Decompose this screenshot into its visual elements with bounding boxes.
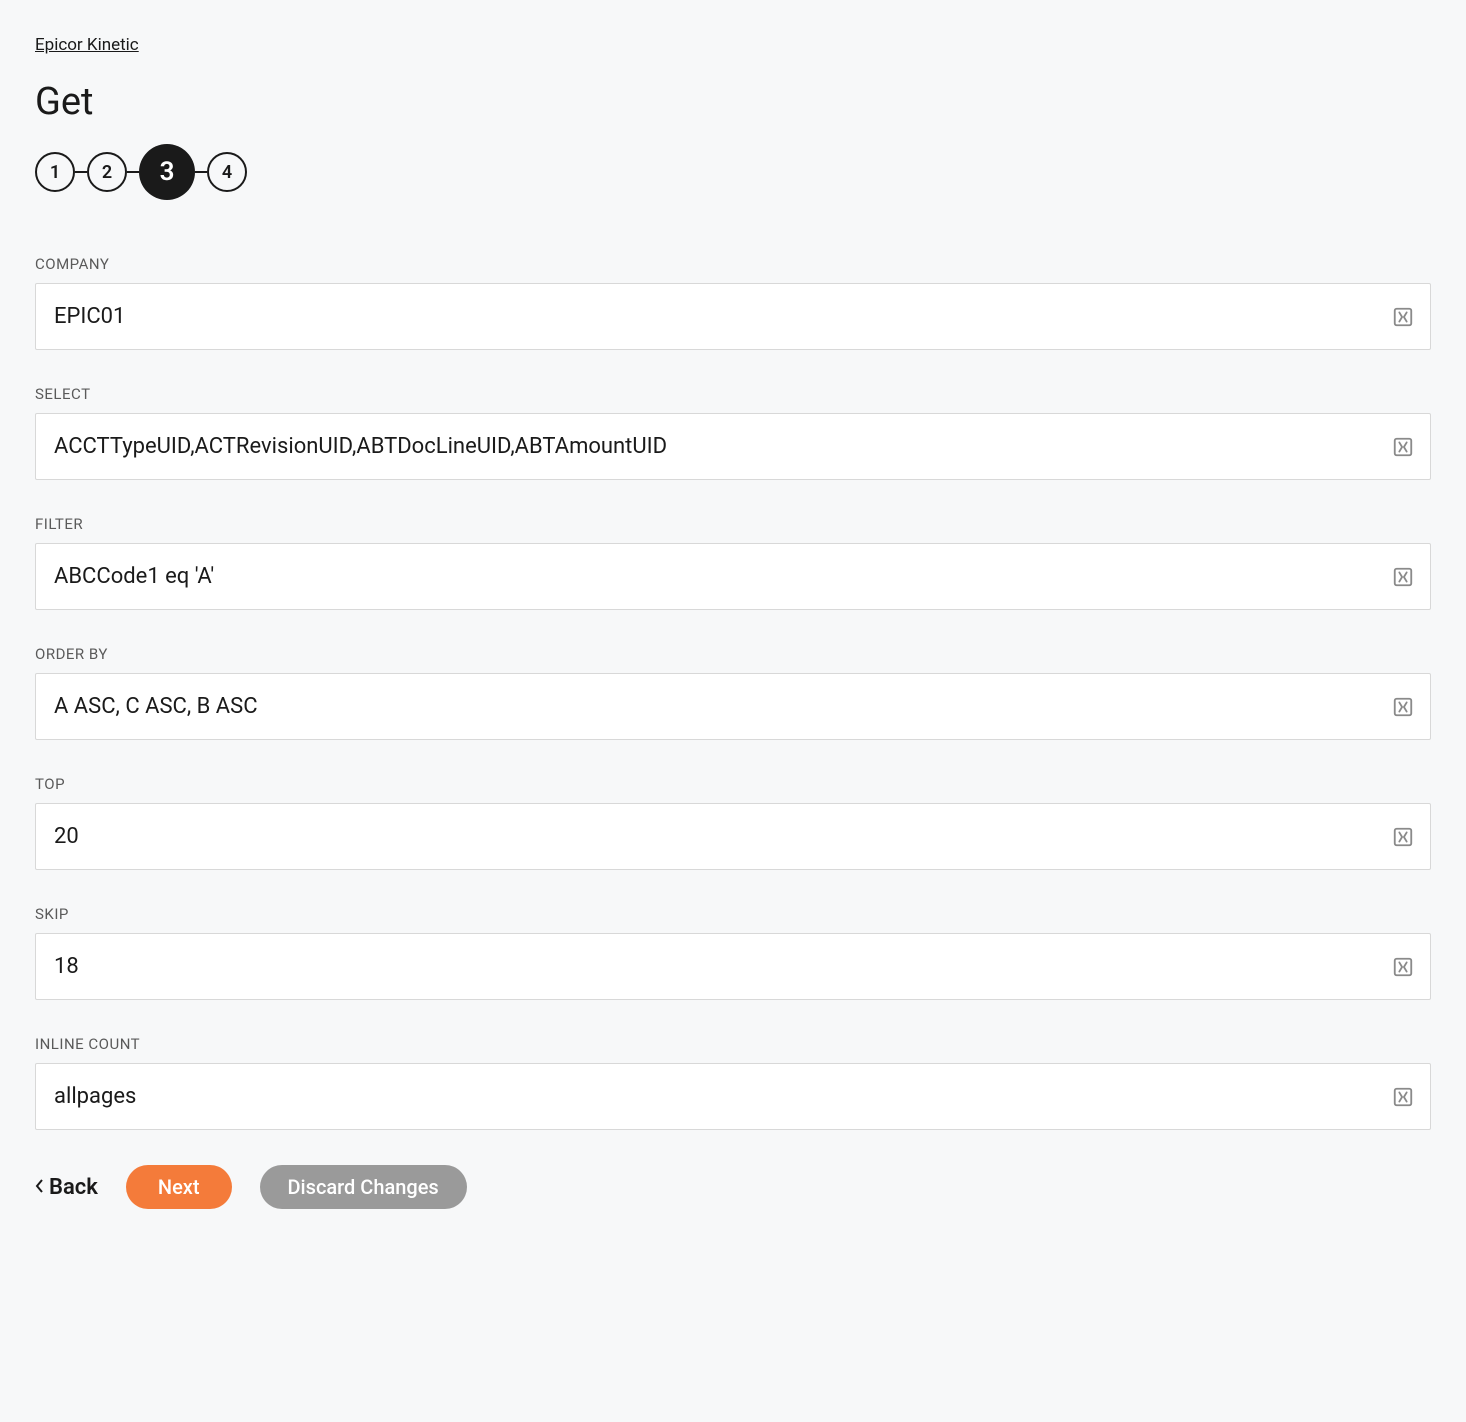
stepper: 1 2 3 4 bbox=[35, 144, 1431, 200]
filter-input[interactable] bbox=[36, 544, 1392, 609]
filter-label: FILTER bbox=[35, 515, 1431, 533]
page-title: Get bbox=[35, 80, 1431, 124]
orderby-input-wrapper bbox=[35, 673, 1431, 740]
top-input[interactable] bbox=[36, 804, 1392, 869]
field-top: TOP bbox=[35, 775, 1431, 870]
select-label: SELECT bbox=[35, 385, 1431, 403]
company-input[interactable] bbox=[36, 284, 1392, 349]
next-button[interactable]: Next bbox=[126, 1165, 232, 1209]
variable-icon[interactable] bbox=[1392, 696, 1414, 718]
field-filter: FILTER bbox=[35, 515, 1431, 610]
top-input-wrapper bbox=[35, 803, 1431, 870]
field-company: COMPANY bbox=[35, 255, 1431, 350]
field-select: SELECT bbox=[35, 385, 1431, 480]
chevron-left-icon bbox=[35, 1175, 45, 1200]
orderby-label: ORDER BY bbox=[35, 645, 1431, 663]
company-input-wrapper bbox=[35, 283, 1431, 350]
back-button-label: Back bbox=[49, 1175, 98, 1200]
discard-button[interactable]: Discard Changes bbox=[260, 1165, 467, 1209]
inlinecount-label: INLINE COUNT bbox=[35, 1035, 1431, 1053]
variable-icon[interactable] bbox=[1392, 826, 1414, 848]
step-2[interactable]: 2 bbox=[87, 152, 127, 192]
orderby-input[interactable] bbox=[36, 674, 1392, 739]
step-line bbox=[127, 171, 139, 173]
field-inlinecount: INLINE COUNT bbox=[35, 1035, 1431, 1130]
skip-input[interactable] bbox=[36, 934, 1392, 999]
step-3[interactable]: 3 bbox=[139, 144, 195, 200]
variable-icon[interactable] bbox=[1392, 566, 1414, 588]
step-line bbox=[75, 171, 87, 173]
back-button[interactable]: Back bbox=[35, 1175, 98, 1200]
variable-icon[interactable] bbox=[1392, 1086, 1414, 1108]
company-label: COMPANY bbox=[35, 255, 1431, 273]
select-input-wrapper bbox=[35, 413, 1431, 480]
variable-icon[interactable] bbox=[1392, 436, 1414, 458]
step-line bbox=[195, 171, 207, 173]
filter-input-wrapper bbox=[35, 543, 1431, 610]
field-orderby: ORDER BY bbox=[35, 645, 1431, 740]
variable-icon[interactable] bbox=[1392, 306, 1414, 328]
variable-icon[interactable] bbox=[1392, 956, 1414, 978]
top-label: TOP bbox=[35, 775, 1431, 793]
inlinecount-input-wrapper bbox=[35, 1063, 1431, 1130]
field-skip: SKIP bbox=[35, 905, 1431, 1000]
select-input[interactable] bbox=[36, 414, 1392, 479]
step-1[interactable]: 1 bbox=[35, 152, 75, 192]
inlinecount-input[interactable] bbox=[36, 1064, 1392, 1129]
breadcrumb[interactable]: Epicor Kinetic bbox=[35, 35, 139, 55]
button-row: Back Next Discard Changes bbox=[35, 1165, 1431, 1209]
skip-input-wrapper bbox=[35, 933, 1431, 1000]
step-4[interactable]: 4 bbox=[207, 152, 247, 192]
skip-label: SKIP bbox=[35, 905, 1431, 923]
